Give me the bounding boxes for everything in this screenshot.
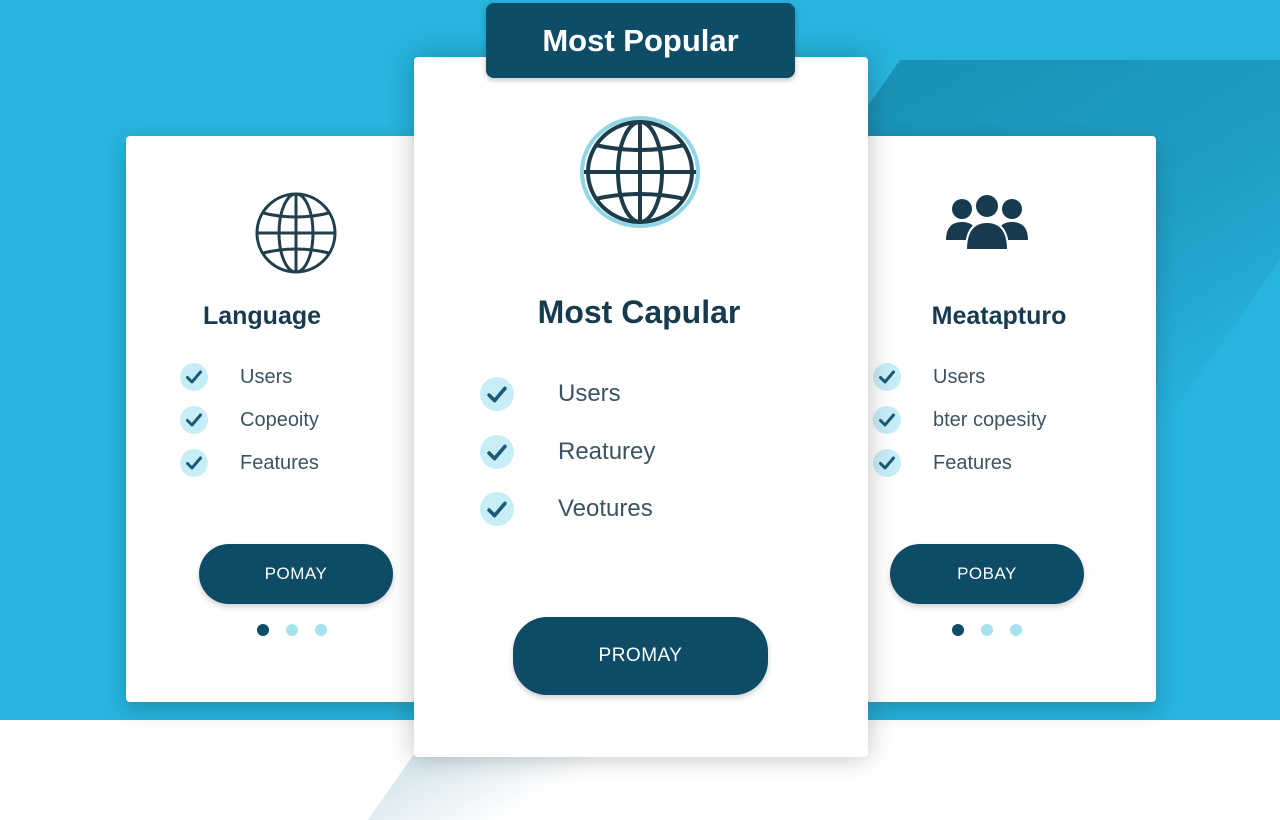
pricing-card-right: Meatapturo Users bter copesity Features … bbox=[866, 136, 1156, 702]
users-group-icon bbox=[942, 190, 1032, 256]
card-title: Language bbox=[202, 302, 322, 330]
feature-label: Features bbox=[933, 451, 1012, 474]
feature-label: Users bbox=[240, 365, 293, 388]
pricing-card-featured: Most Capular Users Reaturey Veotures PRO… bbox=[414, 57, 868, 757]
check-icon bbox=[873, 406, 901, 434]
pricing-card-left: Language Users Copeoity Features POMAY bbox=[126, 136, 416, 702]
carousel-dot[interactable] bbox=[952, 624, 964, 636]
feature-label: Users bbox=[933, 365, 986, 388]
check-icon bbox=[180, 406, 208, 434]
globe-icon bbox=[252, 189, 340, 277]
carousel-dot[interactable] bbox=[315, 624, 327, 636]
select-plan-button[interactable]: POMAY bbox=[199, 544, 393, 604]
feature-item: Users bbox=[873, 363, 985, 391]
card-title: Most Capular bbox=[537, 294, 741, 330]
carousel-dot[interactable] bbox=[1010, 624, 1022, 636]
feature-item: Users bbox=[180, 363, 292, 391]
most-popular-badge: Most Popular bbox=[486, 3, 795, 78]
select-plan-button[interactable]: PROMAY bbox=[513, 617, 768, 695]
feature-label: Reaturey bbox=[558, 438, 656, 465]
check-icon bbox=[180, 363, 208, 391]
feature-label: Veotures bbox=[558, 495, 653, 522]
globe-icon bbox=[578, 114, 702, 230]
check-icon bbox=[873, 449, 901, 477]
check-icon bbox=[480, 435, 514, 469]
carousel-dots bbox=[952, 624, 1022, 636]
feature-item: Veotures bbox=[480, 492, 653, 526]
select-plan-button[interactable]: POBAY bbox=[890, 544, 1084, 604]
feature-item: bter copesity bbox=[873, 406, 1046, 434]
feature-item: Users bbox=[480, 377, 621, 411]
feature-label: bter copesity bbox=[933, 408, 1047, 431]
check-icon bbox=[180, 449, 208, 477]
carousel-dot[interactable] bbox=[981, 624, 993, 636]
feature-label: Copeoity bbox=[240, 408, 319, 431]
card-title: Meatapturo bbox=[931, 302, 1067, 330]
check-icon bbox=[480, 377, 514, 411]
carousel-dot[interactable] bbox=[286, 624, 298, 636]
carousel-dots bbox=[257, 624, 327, 636]
feature-item: Reaturey bbox=[480, 435, 655, 469]
feature-item: Features bbox=[873, 449, 1012, 477]
carousel-dot[interactable] bbox=[257, 624, 269, 636]
check-icon bbox=[480, 492, 514, 526]
feature-label: Features bbox=[240, 451, 319, 474]
feature-item: Copeoity bbox=[180, 406, 319, 434]
feature-item: Features bbox=[180, 449, 319, 477]
check-icon bbox=[873, 363, 901, 391]
feature-label: Users bbox=[558, 380, 621, 407]
